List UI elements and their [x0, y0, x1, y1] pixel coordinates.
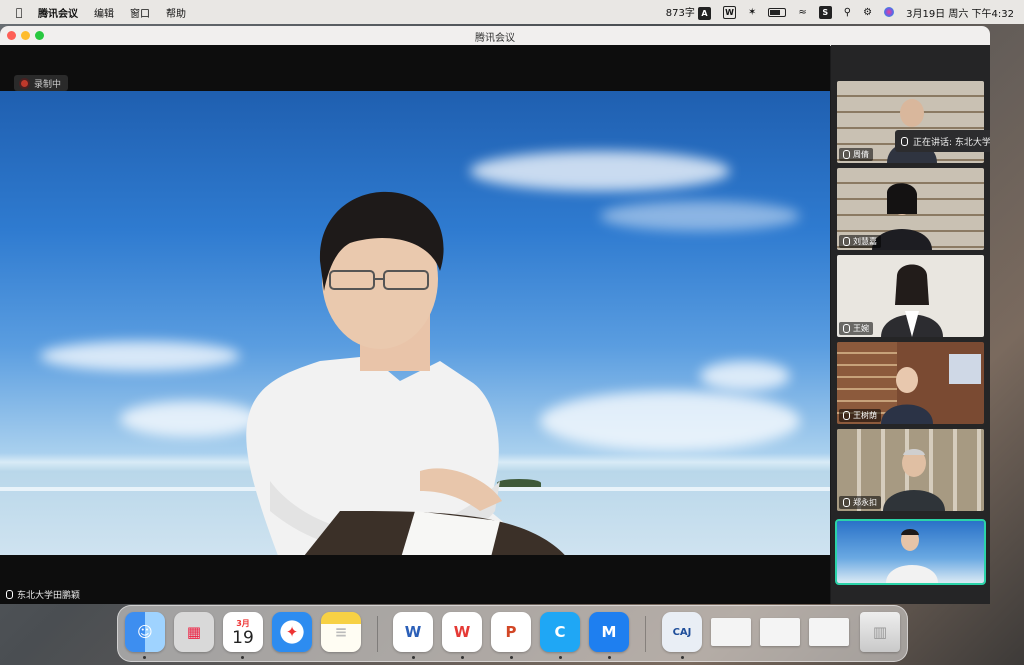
mic-icon: [843, 150, 850, 159]
mic-icon: [901, 136, 908, 146]
menu-help[interactable]: 帮助: [166, 5, 186, 20]
battery-icon[interactable]: [768, 7, 787, 17]
document-thumb-3[interactable]: [809, 618, 849, 646]
notes-icon[interactable]: ≡: [321, 612, 361, 652]
trash-icon[interactable]: ▥: [860, 612, 900, 652]
meeting-window: 腾讯会议 录制中 东北大学田鹏颖 周倩 刘慧嘉 王婉 王树荫 郑永扣 正在讲话:…: [0, 26, 990, 604]
calendar-icon[interactable]: 3月 19: [223, 612, 263, 652]
wifi-icon[interactable]: ≈: [798, 7, 806, 18]
document-thumb-2[interactable]: [760, 618, 800, 646]
launchpad-icon[interactable]: ▦: [174, 612, 214, 652]
wps-icon[interactable]: W: [442, 612, 482, 652]
tencent-meeting-icon[interactable]: C: [540, 612, 580, 652]
lark-icon[interactable]: M: [589, 612, 629, 652]
menu-app-name[interactable]: 腾讯会议: [38, 5, 78, 20]
participant-gallery: 周倩 刘慧嘉 王婉 王树荫 郑永扣: [831, 45, 990, 604]
menu-edit[interactable]: 编辑: [94, 5, 114, 20]
input-method-icon: A: [698, 7, 712, 20]
bluetooth-icon[interactable]: ✶: [748, 7, 756, 18]
menu-window[interactable]: 窗口: [130, 5, 150, 20]
dock: ☺ ▦ 3月 19 ✦ ≡ W W P C M CAJ ▥: [117, 605, 908, 662]
mic-icon: [843, 324, 850, 333]
menu-bar:  腾讯会议 编辑 窗口 帮助 873字 A W ✶ ≈ S ⚲ ⚙ 3月19日…: [0, 0, 1024, 24]
s-status-icon[interactable]: S: [818, 5, 832, 19]
siri-icon[interactable]: [884, 7, 895, 17]
participant-tile[interactable]: 王婉: [837, 255, 984, 337]
safari-icon[interactable]: ✦: [272, 612, 312, 652]
participant-name-tag: 王婉: [839, 322, 873, 335]
apple-menu-icon[interactable]: : [12, 6, 26, 19]
participant-name-tag: 郑永扣: [839, 496, 881, 509]
document-thumb-1[interactable]: [711, 618, 751, 646]
participant-tile[interactable]: 刘慧嘉: [837, 168, 984, 250]
speaking-now-badge: 正在讲话: 东北大学田鹏颖: [895, 130, 990, 152]
active-speaker-video[interactable]: [0, 91, 830, 555]
mic-icon: [843, 237, 850, 246]
window-title: 腾讯会议: [475, 33, 515, 44]
participant-tile-self[interactable]: [835, 519, 986, 585]
recording-dot-icon: [21, 79, 28, 87]
participant-name-tag: 王树荫: [839, 409, 881, 422]
participant-tile[interactable]: 王树荫: [837, 342, 984, 424]
mic-icon: [843, 411, 850, 420]
powerpoint-icon[interactable]: P: [491, 612, 531, 652]
control-center-icon[interactable]: ⚙: [863, 7, 872, 18]
word-count[interactable]: 873字 A: [666, 4, 712, 20]
participant-tile[interactable]: 郑永扣: [837, 429, 984, 511]
wps-status-icon[interactable]: W: [723, 5, 737, 19]
finder-icon[interactable]: ☺: [125, 612, 165, 652]
participant-name-tag: 刘慧嘉: [839, 235, 881, 248]
caj-viewer-icon[interactable]: CAJ: [662, 612, 702, 652]
active-speaker-name: 东北大学田鹏颖: [17, 591, 81, 601]
title-bar: 腾讯会议: [0, 26, 990, 46]
calendar-day: 19: [232, 627, 254, 648]
clock-datetime[interactable]: 3月19日 周六 下午4:32: [906, 5, 1014, 20]
word-icon[interactable]: W: [393, 612, 433, 652]
calendar-month: 3月: [236, 618, 250, 628]
active-speaker-label: 东北大学田鹏颖: [6, 588, 80, 601]
recording-indicator[interactable]: 录制中: [14, 75, 69, 91]
participant-name-tag: 周倩: [839, 148, 873, 161]
mic-icon: [843, 498, 850, 507]
mic-icon: [6, 590, 13, 599]
main-video-stage: 录制中 东北大学田鹏颖: [0, 45, 830, 604]
recording-label: 录制中: [34, 79, 62, 90]
caj-label: CAJ: [672, 626, 692, 638]
speaker-figure: [246, 191, 565, 555]
search-icon[interactable]: ⚲: [844, 7, 851, 18]
